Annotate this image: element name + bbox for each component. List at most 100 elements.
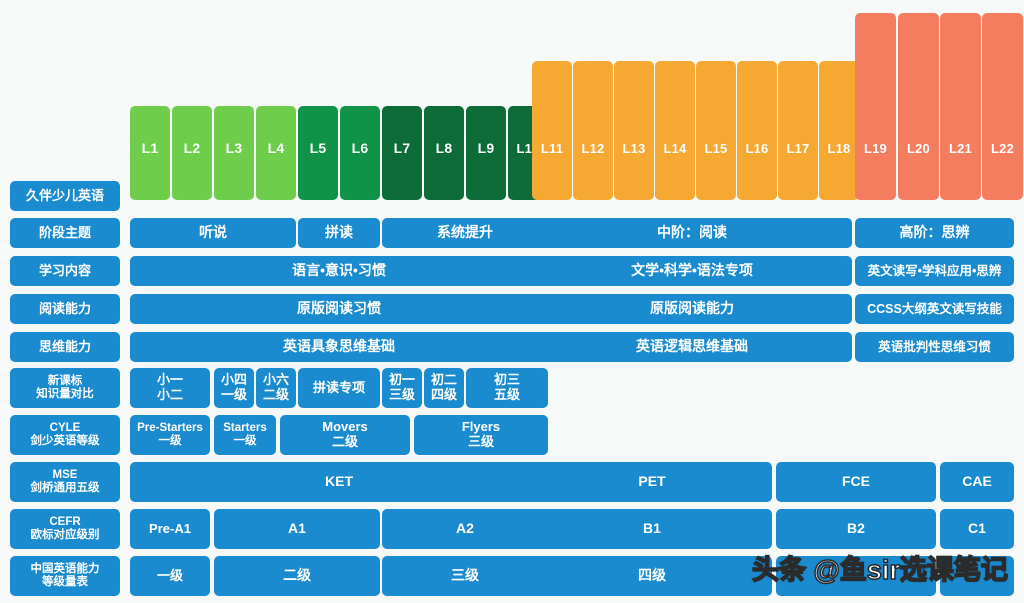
cell-china-scale-3[interactable]: 四级: [532, 556, 772, 596]
cell-new-curriculum-5[interactable]: 初二 四级: [424, 368, 464, 408]
cell-thinking-ability-2[interactable]: 英语批判性思维习惯: [855, 332, 1014, 362]
cell-line: Starters: [223, 421, 267, 434]
level-bar-label: L16: [745, 141, 769, 156]
level-bar-l18[interactable]: L18: [819, 61, 859, 200]
cell-cefr-4[interactable]: B2: [776, 509, 936, 549]
level-bar-l17[interactable]: L17: [778, 61, 818, 200]
level-bar-l2[interactable]: L2: [172, 106, 212, 200]
level-bar-l16[interactable]: L16: [737, 61, 777, 200]
cell-new-curriculum-3[interactable]: 拼读专项: [298, 368, 380, 408]
cell-line: 一级: [158, 435, 182, 447]
cell-line: 小四: [220, 372, 247, 388]
level-bar-l21[interactable]: L21: [940, 13, 981, 200]
level-bar-label: L3: [225, 140, 243, 156]
cell-cyle-0[interactable]: Pre-Starters 一级: [130, 415, 210, 455]
cell-stage-theme-4[interactable]: 高阶：思辨: [855, 218, 1014, 248]
cell-new-curriculum-2[interactable]: 小六 二级: [256, 368, 296, 408]
cell-cefr-3[interactable]: B1: [532, 509, 772, 549]
row-label-line: 等级量表: [42, 576, 88, 588]
cell-stage-theme-0[interactable]: 听说: [130, 218, 296, 248]
cell-line: 初一: [388, 372, 415, 388]
row-label-line: 欧标对应级别: [30, 529, 100, 541]
level-bar-l1[interactable]: L1: [130, 106, 170, 200]
cell-line: A2: [456, 520, 474, 537]
cell-new-curriculum-4[interactable]: 初一 三级: [382, 368, 422, 408]
cell-line: 一级: [156, 567, 183, 583]
cell-china-scale-2[interactable]: 三级: [382, 556, 548, 596]
level-bar-l9[interactable]: L9: [466, 106, 506, 200]
level-bar-l3[interactable]: L3: [214, 106, 254, 200]
cell-reading-ability-0[interactable]: 原版阅读习惯: [130, 294, 548, 324]
level-bar-l20[interactable]: L20: [898, 13, 939, 200]
cell-line: B2: [847, 520, 865, 537]
cell-line: 英语逻辑思维基础: [636, 338, 748, 355]
cell-mse-3[interactable]: CAE: [940, 462, 1014, 502]
cell-mse-1[interactable]: PET: [532, 462, 772, 502]
cell-reading-ability-2[interactable]: CCSS大纲英文读写技能: [855, 294, 1014, 324]
cell-china-scale-5[interactable]: [940, 556, 1014, 596]
cell-line: 四级: [638, 567, 666, 584]
cell-cyle-3[interactable]: Flyers 三级: [414, 415, 548, 455]
cell-cyle-1[interactable]: Starters 一级: [214, 415, 276, 455]
level-bar-label: L5: [309, 140, 327, 156]
cell-line: 中阶：阅读: [657, 224, 727, 241]
level-bar-l6[interactable]: L6: [340, 106, 380, 200]
cell-stage-theme-2[interactable]: 系统提升: [382, 218, 548, 248]
level-bar-label: L14: [663, 141, 687, 156]
level-bar-l13[interactable]: L13: [614, 61, 654, 200]
cell-new-curriculum-0[interactable]: 小一 小二: [130, 368, 210, 408]
level-bar-l5[interactable]: L5: [298, 106, 338, 200]
cell-china-scale-1[interactable]: 二级: [214, 556, 380, 596]
level-bar-l15[interactable]: L15: [696, 61, 736, 200]
level-bar-l8[interactable]: L8: [424, 106, 464, 200]
level-bar-l12[interactable]: L12: [573, 61, 613, 200]
cell-line: 二级: [283, 567, 311, 584]
level-bar-l4[interactable]: L4: [256, 106, 296, 200]
cell-cefr-0[interactable]: Pre-A1: [130, 509, 210, 549]
cell-line: FCE: [842, 473, 870, 490]
cell-line: 一级: [233, 435, 257, 447]
level-bar-label: L17: [786, 141, 810, 156]
cell-cefr-2[interactable]: A2: [382, 509, 548, 549]
level-bar-l19[interactable]: L19: [855, 13, 896, 200]
cell-cyle-2[interactable]: Movers 二级: [280, 415, 410, 455]
level-bar-l22[interactable]: L22: [982, 13, 1023, 200]
level-bar-l7[interactable]: L7: [382, 106, 422, 200]
row-label-line: 剑桥通用五级: [30, 482, 100, 494]
cell-line: 拼读专项: [312, 379, 365, 395]
cell-reading-ability-1[interactable]: 原版阅读能力: [532, 294, 852, 324]
cell-new-curriculum-1[interactable]: 小四 一级: [214, 368, 254, 408]
cell-line: C1: [968, 520, 986, 537]
cell-line: 小一: [156, 372, 183, 388]
cell-study-content-0[interactable]: 语言•意识•习惯: [130, 256, 548, 286]
cell-stage-theme-3[interactable]: 中阶：阅读: [532, 218, 852, 248]
cell-line: B1: [643, 520, 661, 537]
cell-cefr-5[interactable]: C1: [940, 509, 1014, 549]
level-bar-l11[interactable]: L11: [532, 61, 572, 200]
cell-mse-0[interactable]: KET: [130, 462, 548, 502]
level-bar-label: L13: [622, 141, 646, 156]
cell-line: 三级: [467, 434, 494, 449]
level-bar-l14[interactable]: L14: [655, 61, 695, 200]
row-label-line: 学习内容: [38, 262, 91, 278]
cell-stage-theme-1[interactable]: 拼读: [298, 218, 380, 248]
cell-study-content-1[interactable]: 文学•科学•语法专项: [532, 256, 852, 286]
cell-line: Pre-Starters: [137, 421, 203, 434]
row-label-line: CEFR: [49, 516, 81, 529]
level-bar-label: L19: [863, 141, 887, 156]
cell-study-content-2[interactable]: 英文读写•学科应用•思辨: [855, 256, 1014, 286]
row-label-line: 阅读能力: [38, 300, 91, 316]
row-label-study-content: 学习内容: [10, 256, 120, 286]
cell-thinking-ability-0[interactable]: 英语具象思维基础: [130, 332, 548, 362]
cell-line: 二级: [262, 387, 289, 402]
row-label-line: 思维能力: [38, 338, 91, 354]
cell-line: 三级: [451, 567, 479, 584]
cell-new-curriculum-6[interactable]: 初三 五级: [466, 368, 548, 408]
level-bar-label: L7: [393, 140, 411, 156]
cell-china-scale-0[interactable]: 一级: [130, 556, 210, 596]
level-bar-label: L12: [581, 141, 605, 156]
cell-china-scale-4[interactable]: [776, 556, 936, 596]
cell-thinking-ability-1[interactable]: 英语逻辑思维基础: [532, 332, 852, 362]
cell-mse-2[interactable]: FCE: [776, 462, 936, 502]
cell-cefr-1[interactable]: A1: [214, 509, 380, 549]
